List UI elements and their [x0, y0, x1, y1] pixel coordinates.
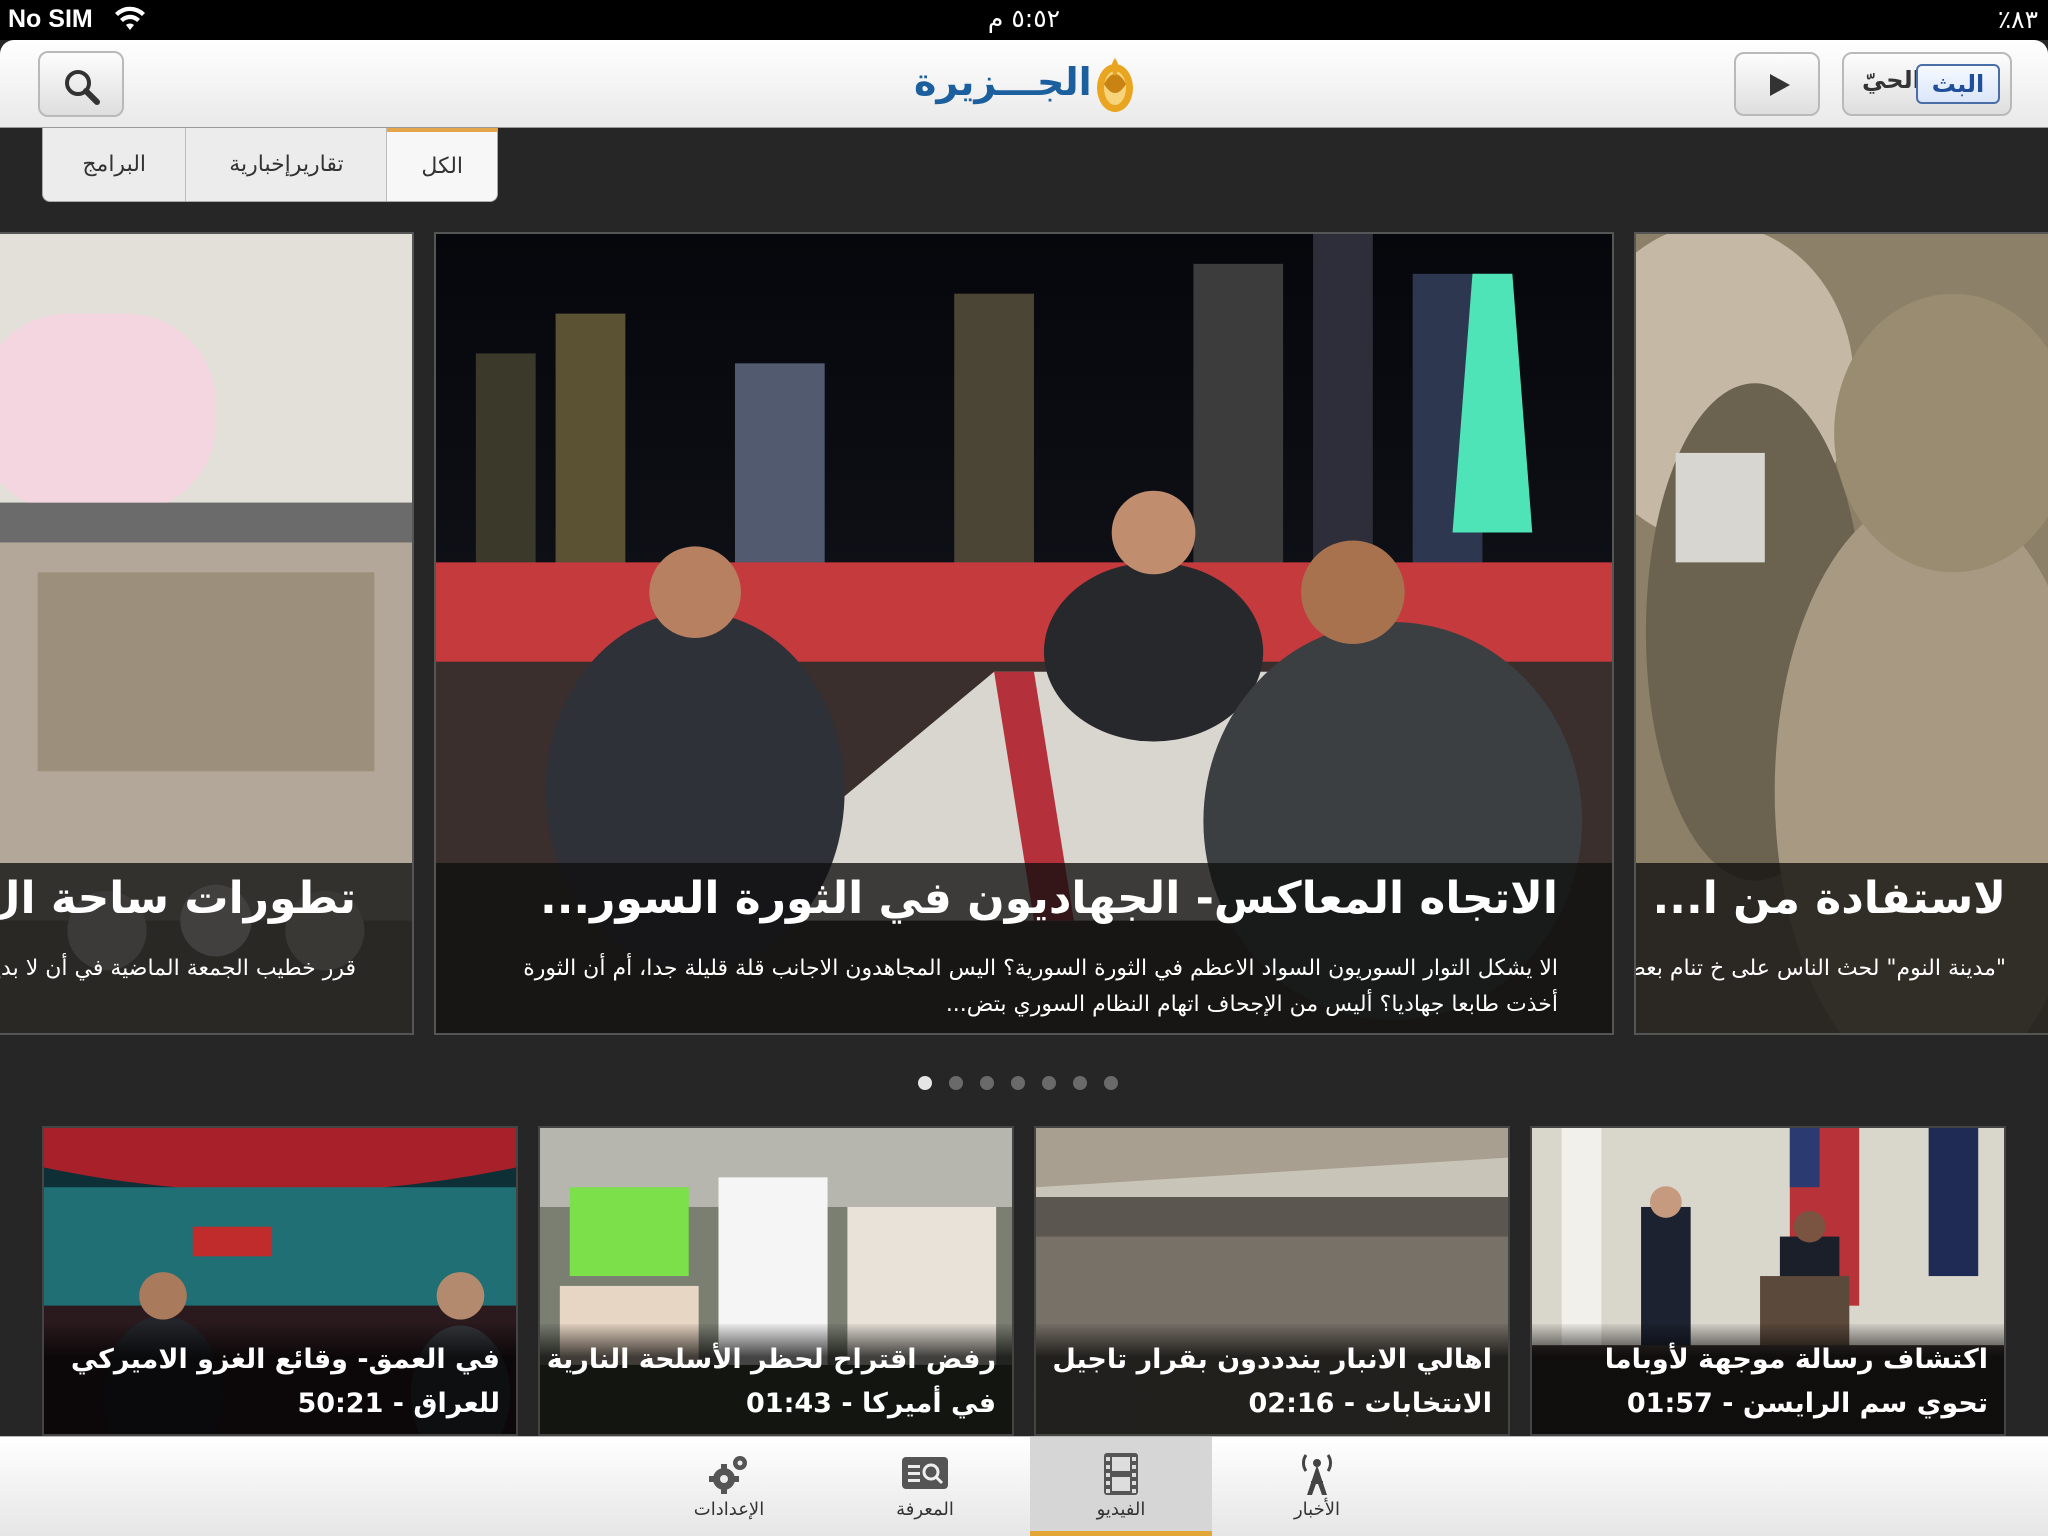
- aljazeera-emblem-icon: [1097, 58, 1133, 112]
- page-dot[interactable]: [1011, 1076, 1025, 1090]
- page-dot[interactable]: [918, 1076, 932, 1090]
- page-dot[interactable]: [1042, 1076, 1056, 1090]
- tab-knowledge-label: المعرفة: [896, 1499, 954, 1520]
- featured-headline-prev: تطورات ساحة ال: [0, 873, 356, 924]
- video-thumbnail-title: في العمق- وقائع الغزو الاميركي للعراق - …: [70, 1344, 500, 1419]
- featured-caption-next: لاستفادة من ا... "مدينة النوم" لحث الناس…: [1636, 863, 2048, 1033]
- featured-summary-next: "مدينة النوم" لحث الناس على خ تنام بعض أ…: [1636, 956, 2006, 981]
- video-thumbnail[interactable]: اهالي الانبار يندددون بقرار تاجيل الانتخ…: [1034, 1126, 1510, 1436]
- tab-settings[interactable]: الإعدادات: [638, 1437, 820, 1536]
- video-thumbnail[interactable]: في العمق- وقائع الغزو الاميركي للعراق - …: [42, 1126, 518, 1436]
- live-word: الحيّ: [1862, 66, 1921, 94]
- film-icon: [1104, 1453, 1138, 1495]
- carrier-label: No SIM: [8, 5, 93, 33]
- tab-video[interactable]: الفيديو: [1030, 1437, 1212, 1536]
- tab-video-label: الفيديو: [1096, 1499, 1146, 1520]
- live-label: البث: [1916, 64, 2000, 104]
- tab-settings-label: الإعدادات: [693, 1499, 765, 1520]
- tab-knowledge[interactable]: المعرفة: [834, 1437, 1016, 1536]
- bottom-tab-bar: الأخبار الفيديو المعرفة الإعدادات: [0, 1436, 2048, 1536]
- broadcast-tower-icon: [1301, 1454, 1333, 1495]
- video-thumbnail-title: رفض اقتراح لحظر الأسلحة النارية في أميرك…: [546, 1344, 996, 1419]
- aljazeera-logo: الجـــزيرة: [910, 54, 1140, 116]
- carousel-pagination: [918, 1076, 1118, 1090]
- battery-level: ٪٨٣: [1997, 5, 2038, 34]
- tab-all[interactable]: الكل: [387, 128, 497, 201]
- page-dot[interactable]: [1073, 1076, 1087, 1090]
- featured-headline-next: لاستفادة من ا...: [1652, 873, 2006, 924]
- featured-caption-prev: تطورات ساحة ال قرر خطيب الجمعة الماضية ف…: [0, 863, 412, 1033]
- page-dot[interactable]: [980, 1076, 994, 1090]
- search-icon: [65, 70, 100, 105]
- knowledge-search-icon: [902, 1457, 948, 1489]
- featured-headline-main: الاتجاه المعاكس- الجهاديون في الثورة الس…: [539, 873, 1558, 924]
- gears-icon: [709, 1456, 747, 1494]
- tab-news-label: الأخبار: [1293, 1499, 1340, 1520]
- filter-tabs: البرامج تقاريرإخبارية الكل: [42, 128, 498, 202]
- video-thumbnail[interactable]: اكتشاف رسالة موجهة لأوباما تحوي سم الراي…: [1530, 1126, 2006, 1436]
- video-thumbnail-title: اهالي الانبار يندددون بقرار تاجيل الانتخ…: [1052, 1344, 1492, 1419]
- logo-text: الجـــزيرة: [914, 60, 1092, 104]
- video-thumbnail-title: اكتشاف رسالة موجهة لأوباما تحوي سم الراي…: [1604, 1344, 1988, 1419]
- video-thumbnail-caption: رفض اقتراح لحظر الأسلحة النارية في أميرك…: [540, 1324, 1012, 1434]
- status-bar: No SIM ٥:٥٢ م ٪٨٣: [0, 0, 2048, 40]
- play-button[interactable]: [1734, 52, 1820, 116]
- video-thumbnail[interactable]: رفض اقتراح لحظر الأسلحة النارية في أميرك…: [538, 1126, 1014, 1436]
- featured-summary-prev: قرر خطيب الجمعة الماضية في أن لا بديل عن…: [0, 956, 356, 981]
- clock: ٥:٥٢ م: [987, 4, 1061, 33]
- search-button[interactable]: [38, 51, 124, 117]
- nav-bar: الجـــزيرة الحيّ البث: [0, 40, 2048, 128]
- wifi-icon: [115, 6, 145, 30]
- tab-news-reports[interactable]: تقاريرإخبارية: [186, 128, 388, 201]
- featured-caption-main: الاتجاه المعاكس- الجهاديون في الثورة الس…: [436, 863, 1612, 1033]
- live-stream-button[interactable]: الحيّ البث: [1842, 52, 2012, 116]
- page-dot[interactable]: [1104, 1076, 1118, 1090]
- video-thumbnail-caption: اهالي الانبار يندددون بقرار تاجيل الانتخ…: [1036, 1324, 1508, 1434]
- video-thumbnail-caption: اكتشاف رسالة موجهة لأوباما تحوي سم الراي…: [1532, 1324, 2004, 1434]
- play-icon: [1770, 74, 1790, 96]
- featured-slide-next[interactable]: لاستفادة من ا... "مدينة النوم" لحث الناس…: [1634, 232, 2048, 1035]
- page-dot[interactable]: [949, 1076, 963, 1090]
- video-thumbnail-caption: في العمق- وقائع الغزو الاميركي للعراق - …: [44, 1324, 516, 1434]
- featured-slide-main[interactable]: الاتجاه المعاكس- الجهاديون في الثورة الس…: [434, 232, 1614, 1035]
- tab-programs[interactable]: البرامج: [43, 128, 187, 201]
- featured-slide-prev[interactable]: تطورات ساحة ال قرر خطيب الجمعة الماضية ف…: [0, 232, 414, 1035]
- featured-summary-main: الا يشكل التوار السوريون السواد الاعظم ف…: [523, 956, 1558, 1017]
- tab-news[interactable]: الأخبار: [1226, 1437, 1408, 1536]
